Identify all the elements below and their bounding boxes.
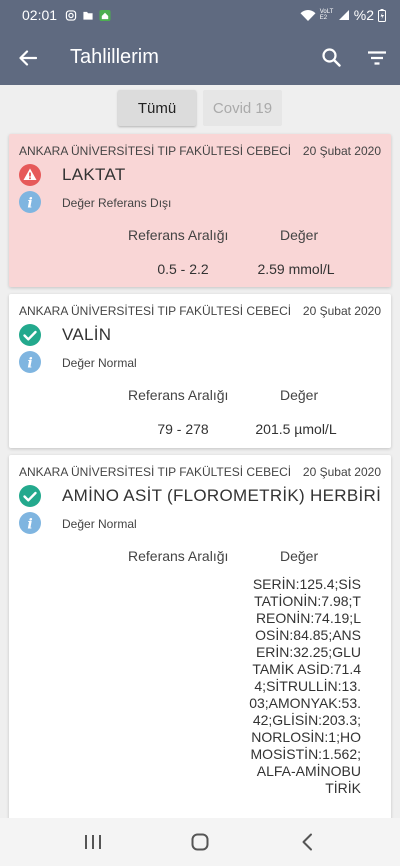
- svg-text:i: i: [27, 517, 32, 533]
- filter-icon: [368, 50, 386, 65]
- folder-icon: [83, 11, 93, 20]
- system-back-button[interactable]: [277, 818, 337, 866]
- recent-apps-button[interactable]: [63, 818, 123, 866]
- search-button[interactable]: [308, 30, 354, 85]
- home-app-icon: [99, 9, 111, 21]
- reference-range-label: Referans Aralığı: [128, 387, 229, 403]
- filter-button[interactable]: [354, 30, 400, 85]
- reference-range-label: Referans Aralığı: [128, 227, 229, 243]
- result-date: 20 Şubat 2020: [302, 465, 381, 479]
- result-card-laktat[interactable]: ANKARA ÜNİVERSİTESİ TIP FAKÜLTESİ CEBECİ…: [9, 134, 391, 287]
- appbar-actions: [308, 30, 400, 85]
- status-right: VoLTE2 %2: [300, 7, 386, 23]
- result-status: Değer Referans Dışı: [62, 196, 172, 210]
- reference-range-label: Referans Aralığı: [128, 548, 229, 564]
- home-button[interactable]: [170, 818, 230, 866]
- result-card-amino-asit[interactable]: ANKARA ÜNİVERSİTESİ TIP FAKÜLTESİ CEBECİ…: [9, 455, 391, 835]
- wifi-icon: [300, 9, 316, 21]
- battery-icon: [378, 8, 386, 22]
- hospital-name: ANKARA ÜNİVERSİTESİ TIP FAKÜLTESİ CEBECİ: [19, 144, 292, 158]
- value-label: Değer: [280, 387, 319, 403]
- search-icon: [321, 48, 341, 67]
- arrow-left-icon: [19, 49, 37, 66]
- back-button[interactable]: [0, 30, 56, 85]
- recent-apps-icon: [85, 835, 102, 849]
- warning-icon: [19, 164, 41, 186]
- test-name: AMİNO ASİT (FLOROMETRİK) HERBİRİ: [62, 486, 382, 505]
- hospital-name: ANKARA ÜNİVERSİTESİ TIP FAKÜLTESİ CEBECİ: [19, 304, 292, 318]
- status-time: 02:01: [22, 7, 58, 23]
- reference-range-value: 0.5 - 2.2: [157, 261, 209, 277]
- hospital-name: ANKARA ÜNİVERSİTESİ TIP FAKÜLTESİ CEBECİ: [19, 465, 292, 479]
- info-icon[interactable]: i: [19, 351, 41, 373]
- instagram-icon: [65, 9, 77, 21]
- tab-all[interactable]: Tümü: [118, 90, 196, 126]
- result-card-valin[interactable]: ANKARA ÜNİVERSİTESİ TIP FAKÜLTESİ CEBECİ…: [9, 294, 391, 448]
- chevron-left-icon: [302, 833, 312, 851]
- page-title: Tahlillerim: [70, 46, 159, 68]
- status-bar: 02:01 VoLTE2 %2: [0, 0, 400, 30]
- check-icon: [19, 485, 41, 507]
- result-date: 20 Şubat 2020: [302, 304, 381, 318]
- app-bar: Tahlillerim: [0, 30, 400, 85]
- result-status: Değer Normal: [62, 517, 137, 531]
- svg-text:i: i: [27, 356, 32, 372]
- info-icon[interactable]: i: [19, 512, 41, 534]
- reference-range-value: 79 - 278: [157, 421, 209, 437]
- result-status: Değer Normal: [62, 356, 137, 370]
- info-icon[interactable]: i: [19, 191, 41, 213]
- filter-tabs: Tümü Covid 19: [0, 90, 400, 126]
- lte-label: VoLTE2: [319, 9, 334, 21]
- result-date: 20 Şubat 2020: [302, 144, 381, 158]
- check-icon: [19, 324, 41, 346]
- battery-percent: %2: [353, 7, 374, 23]
- value-label: Değer: [280, 548, 319, 564]
- result-value: 201.5 µmol/L: [255, 421, 337, 437]
- tab-covid-19[interactable]: Covid 19: [203, 90, 282, 126]
- signal-icon: [338, 10, 349, 20]
- result-value: 2.59 mmol/L: [257, 261, 335, 277]
- home-icon: [191, 833, 209, 851]
- test-name: LAKTAT: [62, 165, 126, 184]
- result-value: SERİN:125.4;SİSTATİONİN:7.98;TREONİN:74.…: [249, 576, 361, 796]
- system-nav-bar: [0, 818, 400, 866]
- value-label: Değer: [280, 227, 319, 243]
- test-name: VALİN: [62, 325, 112, 344]
- svg-text:i: i: [27, 196, 32, 212]
